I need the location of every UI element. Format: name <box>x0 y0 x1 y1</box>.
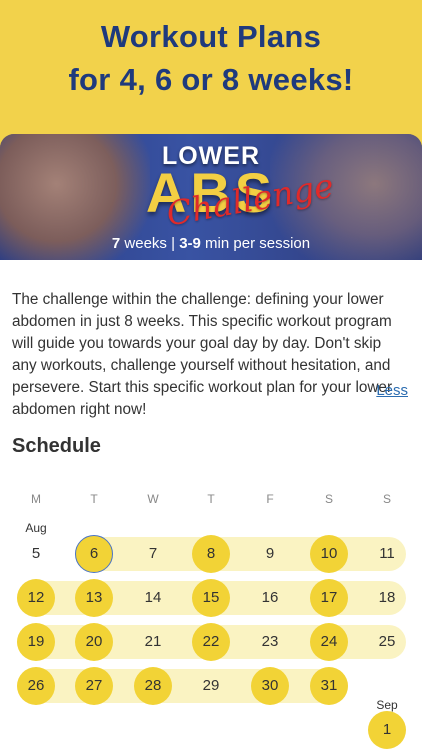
calendar-day[interactable]: 21 <box>134 623 172 661</box>
week-track <box>17 669 348 703</box>
workout-day[interactable]: 1 <box>368 711 406 749</box>
week-track <box>75 537 406 571</box>
banner-minutes: 3-9 <box>179 235 201 252</box>
workout-day[interactable]: 10 <box>310 535 348 573</box>
weekday-label: F <box>266 492 274 506</box>
workout-day[interactable]: 27 <box>75 667 113 705</box>
calendar-day[interactable]: 11 <box>368 535 406 573</box>
schedule-title: Schedule <box>12 435 101 457</box>
workout-day[interactable]: 24 <box>310 623 348 661</box>
calendar-day[interactable]: 23 <box>251 623 289 661</box>
less-link[interactable]: Less <box>376 382 408 399</box>
calendar-day[interactable]: 29 <box>192 667 230 705</box>
workout-day[interactable]: 30 <box>251 667 289 705</box>
workout-day[interactable]: 22 <box>192 623 230 661</box>
promo-title-line-2: for 4, 6 or 8 weeks! <box>68 62 354 97</box>
calendar-day[interactable]: 9 <box>251 535 289 573</box>
workout-day[interactable]: 8 <box>192 535 230 573</box>
workout-day[interactable]: 28 <box>134 667 172 705</box>
calendar-day[interactable]: 5 <box>17 535 55 573</box>
workout-day[interactable]: 17 <box>310 579 348 617</box>
workout-day[interactable]: 19 <box>17 623 55 661</box>
workout-day[interactable]: 15 <box>192 579 230 617</box>
banner-weeks-count: 7 <box>111 235 121 252</box>
month-label-aug: Aug <box>25 521 47 535</box>
calendar-day[interactable]: 25 <box>368 623 406 661</box>
workout-day[interactable]: 20 <box>75 623 113 661</box>
workout-day[interactable]: 13 <box>75 579 113 617</box>
weekday-label: T <box>207 492 215 506</box>
workout-day[interactable]: 31 <box>310 667 348 705</box>
weekday-label: S <box>324 492 333 506</box>
banner-separator: | <box>171 235 176 252</box>
banner-weeks-label: weeks <box>124 235 167 252</box>
weekday-label: M <box>31 492 41 506</box>
promo-title-line-1: Workout Plans <box>100 19 322 54</box>
challenge-banner: LOWER ABS Challenge 7 weeks | 3-9 min pe… <box>0 134 422 260</box>
month-label-sep: Sep <box>376 698 398 712</box>
promo-header: Workout Plans for 4, 6 or 8 weeks! <box>0 0 422 150</box>
calendar-day[interactable]: 7 <box>134 535 172 573</box>
workout-day[interactable]: 12 <box>17 579 55 617</box>
weekday-label: W <box>147 492 159 506</box>
banner-subtitle: 7 weeks | 3-9 min per session <box>0 235 422 252</box>
weekday-header: MTWTFSS <box>0 492 422 508</box>
workout-day[interactable]: 26 <box>17 667 55 705</box>
weekday-label: S <box>382 492 391 506</box>
workout-day[interactable]: 6 <box>75 535 113 573</box>
calendar-day[interactable]: 14 <box>134 579 172 617</box>
calendar-day[interactable]: 18 <box>368 579 406 617</box>
calendar-day[interactable]: 16 <box>251 579 289 617</box>
plan-description: The challenge within the challenge: defi… <box>12 291 393 418</box>
banner-minutes-label: min per session <box>205 235 311 252</box>
weekday-label: T <box>90 492 98 506</box>
